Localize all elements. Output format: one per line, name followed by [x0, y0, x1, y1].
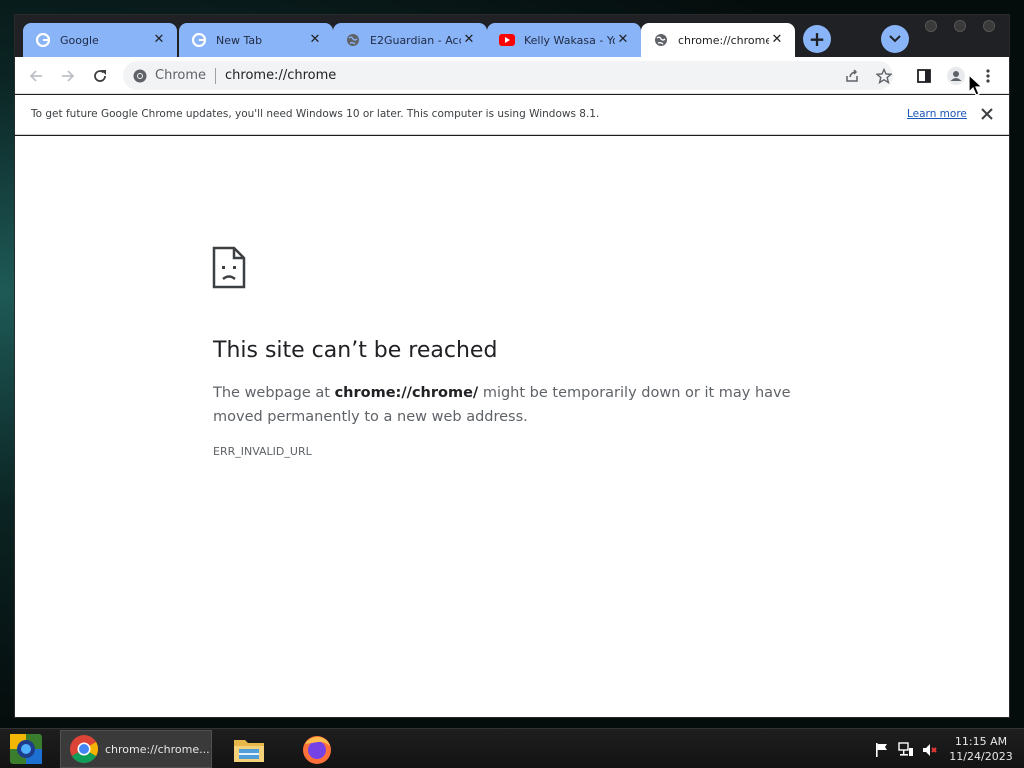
sad-page-icon	[212, 246, 246, 289]
side-panel-icon	[917, 69, 931, 83]
tab-youtube[interactable]: Kelly Wakasa - YouTube ✕	[487, 23, 641, 57]
google-icon	[35, 32, 51, 48]
globe-icon	[345, 32, 361, 48]
minimize-button[interactable]	[925, 20, 937, 32]
system-clock[interactable]: 11:15 AM 11/24/2023	[946, 734, 1016, 764]
chrome-logo-icon	[133, 69, 147, 82]
chevron-down-icon	[889, 35, 901, 43]
clock-time: 11:15 AM	[954, 735, 1008, 748]
side-panel-button[interactable]	[911, 63, 937, 89]
mouse-pointer-icon	[968, 73, 984, 98]
window-close-button[interactable]	[983, 20, 995, 32]
back-button[interactable]	[23, 63, 49, 89]
action-center-flag-icon[interactable]	[874, 742, 890, 758]
tab-title: Kelly Wakasa - YouTube	[524, 33, 615, 47]
clock-date: 11/24/2023	[949, 750, 1013, 763]
page-content: This site can’t be reached The webpage a…	[15, 136, 1009, 717]
globe-icon	[653, 32, 669, 48]
error-code: ERR_INVALID_URL	[213, 445, 312, 458]
tab-title: Google	[60, 33, 99, 47]
forward-button[interactable]	[55, 63, 81, 89]
kebab-menu-icon	[986, 69, 990, 83]
tab-title: New Tab	[216, 33, 263, 47]
learn-more-link[interactable]: Learn more	[907, 108, 967, 120]
close-icon[interactable]: ✕	[615, 32, 631, 48]
maximize-button[interactable]	[954, 20, 966, 32]
youtube-icon	[499, 32, 515, 48]
tab-google[interactable]: Google ✕	[23, 23, 177, 57]
start-logo-icon	[10, 734, 42, 764]
bookmark-button[interactable]	[871, 63, 897, 89]
close-icon[interactable]: ✕	[307, 32, 323, 48]
update-infobar: To get future Google Chrome updates, you…	[15, 95, 1009, 135]
network-icon[interactable]	[898, 742, 914, 758]
google-icon	[191, 32, 207, 48]
taskbar: chrome://chrome... 11:15 AM 11/24/2023	[0, 728, 1024, 768]
chrome-logo-icon	[70, 735, 98, 763]
firefox-button[interactable]	[300, 732, 334, 766]
volume-muted-icon[interactable]	[922, 742, 938, 758]
tab-chrome-chrome[interactable]: chrome://chrome/ ✕	[641, 23, 795, 57]
chrome-window: Google ✕ New Tab ✕ E2Guardian - Access D…	[14, 14, 1010, 718]
address-bar[interactable]: Chrome chrome://chrome	[123, 61, 893, 90]
site-chip[interactable]: Chrome	[123, 68, 206, 83]
close-icon	[981, 108, 993, 120]
arrow-right-icon	[62, 70, 75, 82]
firefox-icon	[303, 736, 331, 764]
taskbar-chrome-button[interactable]: chrome://chrome...	[60, 730, 212, 768]
star-icon	[876, 68, 892, 84]
infobar-message: To get future Google Chrome updates, you…	[31, 108, 600, 120]
file-explorer-button[interactable]	[232, 732, 266, 766]
tab-title: E2Guardian - Access Denied	[370, 33, 461, 47]
arrow-left-icon	[29, 70, 42, 82]
avatar-icon	[947, 67, 965, 85]
browser-toolbar: Chrome chrome://chrome	[15, 57, 1009, 94]
infobar-close-button[interactable]	[977, 104, 997, 124]
tab-strip: Google ✕ New Tab ✕ E2Guardian - Access D…	[15, 15, 1009, 57]
error-description: The webpage at chrome://chrome/ might be…	[213, 381, 813, 429]
tab-new-tab[interactable]: New Tab ✕	[179, 23, 333, 57]
site-chip-label: Chrome	[155, 68, 206, 83]
reload-button[interactable]	[87, 63, 113, 89]
error-desc-prefix: The webpage at	[213, 385, 335, 401]
close-icon[interactable]: ✕	[769, 32, 785, 48]
share-button[interactable]	[839, 63, 865, 89]
error-title: This site can’t be reached	[213, 338, 498, 363]
tab-search-button[interactable]	[881, 25, 909, 53]
profile-button[interactable]	[943, 63, 969, 89]
error-desc-url: chrome://chrome/	[334, 385, 479, 401]
start-button[interactable]	[8, 732, 44, 766]
close-icon[interactable]: ✕	[151, 32, 167, 48]
taskbar-chrome-label: chrome://chrome...	[105, 742, 210, 756]
tab-e2guardian[interactable]: E2Guardian - Access Denied ✕	[333, 23, 487, 57]
new-tab-button[interactable]: +	[803, 25, 831, 53]
reload-icon	[94, 70, 106, 82]
close-icon[interactable]: ✕	[461, 32, 477, 48]
tab-title: chrome://chrome/	[678, 33, 769, 47]
url-text[interactable]: chrome://chrome	[225, 68, 336, 83]
folder-icon	[234, 740, 264, 762]
divider	[215, 67, 216, 84]
share-icon	[846, 69, 858, 82]
